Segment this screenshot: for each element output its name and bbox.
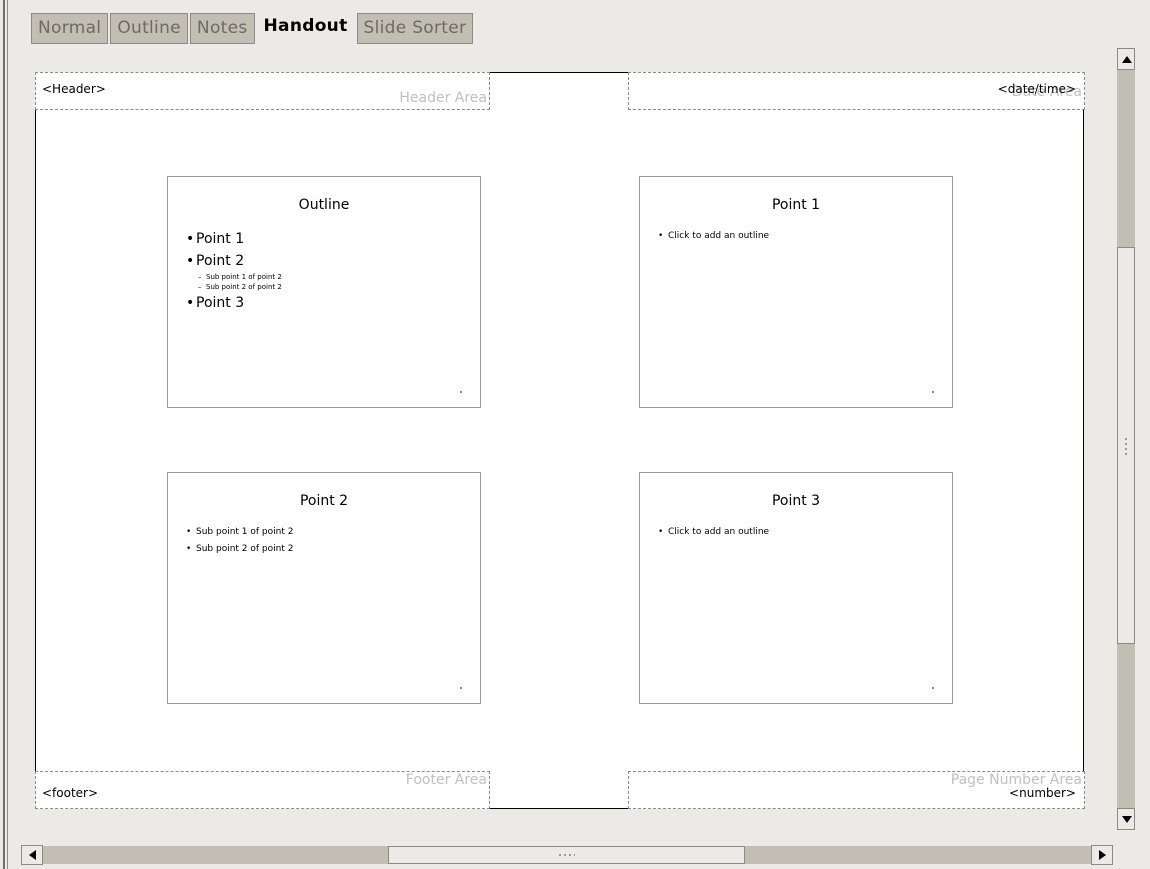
slide-corner-mark — [932, 391, 934, 393]
bullet: Click to add an outline — [658, 231, 769, 241]
slide-title: Outline — [298, 197, 350, 213]
view-tabs: Normal Outline Notes Handout Slide Sorte… — [31, 11, 475, 45]
slide-corner-mark — [460, 687, 462, 689]
grip-icon — [1125, 438, 1127, 456]
arrow-right-icon — [1099, 850, 1106, 860]
border-line — [7, 0, 8, 869]
footer-area-label: Footer Area — [405, 772, 487, 788]
horizontal-scroll-thumb[interactable] — [388, 846, 745, 864]
window-left-border — [0, 0, 10, 869]
header-area[interactable]: <Header> Header Area — [35, 72, 490, 110]
date-placeholder: <date/time> — [997, 82, 1076, 96]
footer-placeholder: <footer> — [42, 786, 99, 800]
footer-area[interactable]: Footer Area <footer> — [35, 771, 490, 809]
tab-notes[interactable]: Notes — [189, 13, 255, 44]
date-area[interactable]: Date Area <date/time> — [628, 72, 1085, 110]
number-placeholder: <number> — [1009, 786, 1076, 800]
tab-slide-sorter[interactable]: Slide Sorter — [356, 13, 474, 44]
slide-title: Point 1 — [771, 197, 821, 213]
slide-bullets: Point 1 Point 2 Sub point 1 of point 2 S… — [186, 231, 282, 317]
document-canvas: <Header> Header Area Date Area <date/tim… — [11, 45, 1113, 840]
slide-bullets: Click to add an outline — [658, 527, 769, 544]
bullet: Point 2 — [186, 253, 282, 269]
slide-corner-mark — [932, 687, 934, 689]
scroll-left-button[interactable] — [21, 845, 43, 865]
vertical-scrollbar[interactable] — [1117, 48, 1135, 830]
border-line — [3, 0, 5, 869]
page-number-area[interactable]: Page Number Area <number> — [628, 771, 1085, 809]
scroll-down-button[interactable] — [1117, 808, 1135, 830]
bullet: Click to add an outline — [658, 527, 769, 537]
sub-bullet: Sub point 1 of point 2 — [186, 273, 282, 281]
arrow-down-icon — [1122, 816, 1132, 823]
slide-bullets: Click to add an outline — [658, 231, 769, 248]
header-placeholder: <Header> — [42, 82, 106, 96]
slide-thumbnail[interactable]: Point 2 Sub point 1 of point 2 Sub point… — [167, 472, 481, 704]
tab-handout[interactable]: Handout — [256, 11, 355, 45]
tab-normal[interactable]: Normal — [31, 13, 109, 44]
bullet: Point 3 — [186, 295, 282, 311]
arrow-left-icon — [29, 850, 36, 860]
scroll-up-button[interactable] — [1117, 48, 1135, 70]
slide-thumbnail[interactable]: Outline Point 1 Point 2 Sub point 1 of p… — [167, 176, 481, 408]
vertical-scroll-thumb[interactable] — [1117, 247, 1135, 644]
bullet: Sub point 2 of point 2 — [186, 544, 293, 554]
slide-corner-mark — [460, 391, 462, 393]
slide-title: Point 2 — [299, 493, 349, 509]
tab-outline[interactable]: Outline — [110, 13, 188, 44]
slide-thumbnail[interactable]: Point 1 Click to add an outline — [639, 176, 953, 408]
scroll-right-button[interactable] — [1091, 845, 1113, 865]
arrow-up-icon — [1122, 56, 1132, 63]
handout-page[interactable]: <Header> Header Area Date Area <date/tim… — [35, 72, 1085, 809]
header-area-label: Header Area — [399, 90, 487, 106]
sub-bullet: Sub point 2 of point 2 — [186, 283, 282, 291]
slide-thumbnail[interactable]: Point 3 Click to add an outline — [639, 472, 953, 704]
grip-icon — [559, 854, 575, 856]
bullet: Sub point 1 of point 2 — [186, 527, 293, 537]
horizontal-scrollbar[interactable] — [21, 845, 1113, 865]
slide-bullets: Sub point 1 of point 2 Sub point 2 of po… — [186, 527, 293, 561]
slide-title: Point 3 — [771, 493, 821, 509]
bullet: Point 1 — [186, 231, 282, 247]
